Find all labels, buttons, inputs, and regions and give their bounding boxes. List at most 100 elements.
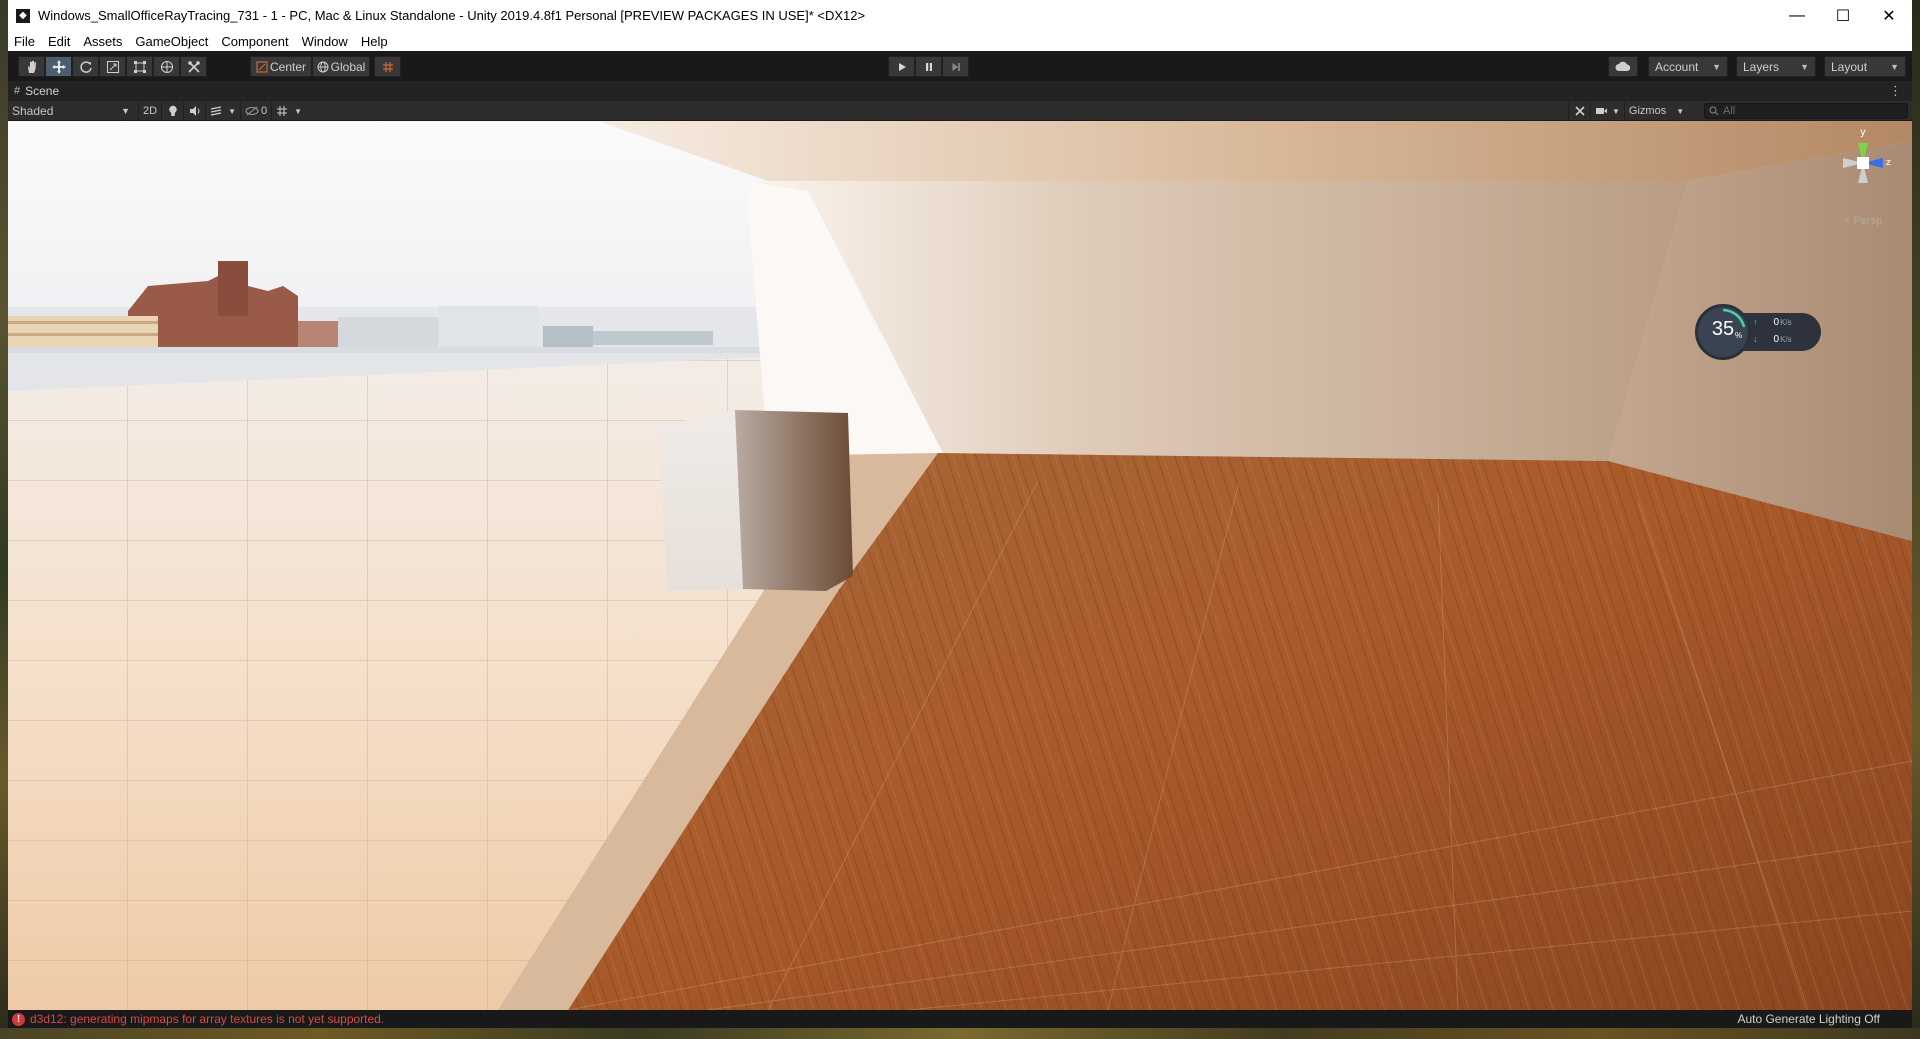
status-bar: ! d3d12: generating mipmaps for array te… [8,1010,1912,1028]
space-global-button[interactable]: Global [312,56,370,77]
window-title: Windows_SmallOfficeRayTracing_731 - 1 - … [38,8,866,23]
scale-tool-button[interactable] [99,56,126,77]
scene-viewport[interactable]: y z < Persp 35 % ↑ 0 K/s ↓ 0 K/s [8,121,1912,1010]
desktop-background-left [0,0,8,1039]
window-controls: — ☐ ✕ [1774,0,1912,31]
scene-tools-button[interactable] [1568,102,1590,120]
menu-assets[interactable]: Assets [83,34,122,49]
scene-tab-strip: # Scene ⋮ [8,81,1912,101]
pivot-center-button[interactable]: Center [250,56,312,77]
account-dropdown[interactable]: Account ▼ [1648,56,1728,77]
close-button[interactable]: ✕ [1866,0,1912,31]
menu-edit[interactable]: Edit [48,34,70,49]
grid-options-dropdown[interactable]: ▼ [271,102,306,120]
unity-editor-window: ◆ Windows_SmallOfficeRayTracing_731 - 1 … [8,0,1912,1028]
play-icon [898,62,906,71]
move-tool-button[interactable] [45,56,72,77]
download-rate-unit: K/s [1780,335,1792,344]
step-button[interactable] [942,56,969,77]
unity-logo-icon: ◆ [16,8,30,23]
layers-label: Layers [1743,59,1780,74]
more-options-icon[interactable]: ⋮ [1889,83,1902,99]
gizmos-dropdown[interactable]: Gizmos ▼ [1623,102,1698,120]
grid-snap-icon [382,61,393,72]
scene-render [8,121,1912,1010]
cube-object[interactable] [658,410,853,591]
scene-right-tools: ▼ Gizmos ▼ [1568,102,1698,120]
projection-label[interactable]: < Persp [1844,215,1882,227]
effects-dropdown[interactable]: ▼ [205,102,240,120]
search-placeholder: All [1723,105,1736,117]
chevron-down-icon: ▼ [1890,61,1899,72]
hand-tool-button[interactable] [18,56,45,77]
play-controls [888,56,969,77]
tab-scene[interactable]: # Scene [14,81,59,101]
error-icon: ! [12,1012,25,1026]
chevron-down-icon: ▼ [1712,61,1721,72]
menu-file[interactable]: File [14,34,35,49]
rect-icon [133,60,146,73]
space-global-label: Global [330,59,366,74]
console-error-message[interactable]: d3d12: generating mipmaps for array text… [30,1012,384,1026]
menu-help[interactable]: Help [361,34,388,49]
download-rate: 0 [1773,334,1780,345]
step-icon [952,62,960,71]
menu-bar: File Edit Assets GameObject Component Wi… [8,31,1912,51]
scene-search-input[interactable]: All [1704,103,1908,119]
minimize-button[interactable]: — [1774,0,1820,31]
rotate-tool-button[interactable] [72,56,99,77]
camera-icon [1596,108,1607,114]
chevron-down-icon: ▼ [121,106,130,116]
chevron-down-icon: ▼ [1800,61,1809,72]
cpu-percent-unit: % [1735,331,1743,340]
lighting-toggle-button[interactable] [161,102,183,120]
grid-snap-button[interactable] [374,56,401,77]
draw-mode-label: Shaded [12,104,54,118]
desktop-background-bottom [0,1028,1920,1039]
rect-tool-button[interactable] [126,56,153,77]
upload-rate: 0 [1773,317,1780,328]
camera-dropdown[interactable]: ▼ [1590,102,1624,120]
menu-window[interactable]: Window [302,34,348,49]
pause-button[interactable] [915,56,942,77]
scene-grid-icon: # [14,85,21,97]
eye-slash-icon [245,106,259,116]
chevron-down-icon: ▼ [294,106,303,116]
draw-mode-dropdown[interactable]: Shaded ▼ [10,102,134,120]
chevron-down-icon: ▼ [228,106,236,116]
transform-icon [160,60,173,73]
lightbulb-icon [168,105,177,116]
custom-tool-icon [187,60,200,73]
download-arrow-icon: ↓ [1753,334,1758,344]
tools-icon [1574,106,1585,116]
chevron-down-icon: ▼ [1676,106,1685,116]
performance-monitor-widget: 35 % ↑ 0 K/s ↓ 0 K/s [1695,304,1823,360]
speaker-icon [189,106,200,116]
transform-tools [18,56,207,77]
pivot-center-icon [256,61,268,72]
layout-label: Layout [1831,59,1868,74]
transform-tool-button[interactable] [153,56,180,77]
play-button[interactable] [888,56,915,77]
2d-toggle-button[interactable]: 2D [138,102,161,120]
maximize-button[interactable]: ☐ [1820,0,1866,31]
menu-component[interactable]: Component [221,34,288,49]
custom-tool-button[interactable] [180,56,207,77]
search-icon [1709,106,1719,116]
audio-toggle-button[interactable] [183,102,205,120]
title-bar: ◆ Windows_SmallOfficeRayTracing_731 - 1 … [8,0,1912,31]
cloud-button[interactable] [1608,56,1638,77]
pivot-center-label: Center [269,59,307,74]
rotate-icon [79,60,92,73]
upload-rate-row: ↑ 0 K/s [1753,317,1792,328]
layout-dropdown[interactable]: Layout ▼ [1824,56,1906,77]
scene-view-toggles: 2D ▼ 0 ▼ [138,102,306,120]
account-label: Account [1655,59,1699,74]
hand-icon [27,60,36,73]
cloud-icon [1615,61,1631,71]
hidden-objects-toggle[interactable]: 0 [239,102,271,120]
orientation-gizmo[interactable]: y z [1828,125,1898,215]
chevron-down-icon: ▼ [1612,106,1620,116]
layers-dropdown[interactable]: Layers ▼ [1736,56,1816,77]
menu-gameobject[interactable]: GameObject [135,34,208,49]
